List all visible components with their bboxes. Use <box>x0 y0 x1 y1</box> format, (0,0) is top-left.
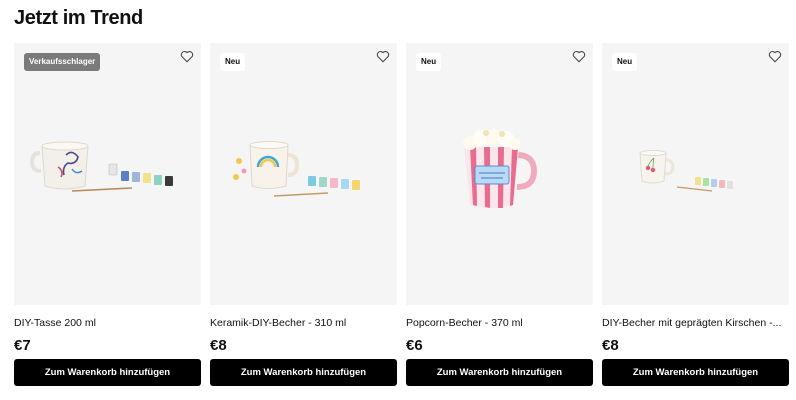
product-price: €8 <box>602 337 619 354</box>
product-price: €7 <box>14 337 31 354</box>
badge-new: Neu <box>416 53 442 71</box>
badge-new: Neu <box>220 53 246 71</box>
product-image-cherry-mug <box>639 150 733 192</box>
product-card[interactable]: Neu Keramik-DIY-Becher - 310 ml €8 Zum W… <box>210 43 397 386</box>
add-to-cart-button[interactable]: Zum Warenkorb hinzufügen <box>14 359 201 386</box>
product-name[interactable]: Popcorn-Becher - 370 ml <box>406 317 593 329</box>
product-image-ceramic-diy-mug <box>233 141 360 197</box>
product-image-area[interactable]: Neu <box>602 43 789 305</box>
product-image-area[interactable]: Neu <box>210 43 397 305</box>
heart-outline-icon[interactable] <box>376 50 390 63</box>
heart-outline-icon[interactable] <box>180 50 194 63</box>
add-to-cart-button[interactable]: Zum Warenkorb hinzufügen <box>210 359 397 386</box>
add-to-cart-button[interactable]: Zum Warenkorb hinzufügen <box>602 359 789 386</box>
product-price: €8 <box>210 337 227 354</box>
badge-new: Neu <box>612 53 638 71</box>
product-card[interactable]: Neu DIY-Becher mit geprägten Kirschen -.… <box>602 43 789 386</box>
product-card[interactable]: Neu Popcorn-Becher - 370 ml €6 Zum Waren… <box>406 43 593 386</box>
product-image-popcorn-mug <box>463 129 538 208</box>
product-card[interactable]: Verkaufsschlager DIY-Tasse 200 ml €7 Zum… <box>14 43 201 386</box>
product-name[interactable]: DIY-Tasse 200 ml <box>14 317 201 329</box>
product-name[interactable]: Keramik-DIY-Becher - 310 ml <box>210 317 397 329</box>
product-image-diy-mug-painting-set <box>29 141 173 192</box>
add-to-cart-button[interactable]: Zum Warenkorb hinzufügen <box>406 359 593 386</box>
product-name[interactable]: DIY-Becher mit geprägten Kirschen -... <box>602 317 789 329</box>
product-image-area[interactable]: Neu <box>406 43 593 305</box>
product-price: €6 <box>406 337 423 354</box>
section-title: Jetzt im Trend <box>14 7 143 29</box>
heart-outline-icon[interactable] <box>768 50 782 63</box>
badge-bestseller: Verkaufsschlager <box>24 53 101 71</box>
product-grid: Verkaufsschlager DIY-Tasse 200 ml €7 Zum… <box>14 43 790 388</box>
heart-outline-icon[interactable] <box>572 50 586 63</box>
product-image-area[interactable]: Verkaufsschlager <box>14 43 201 305</box>
